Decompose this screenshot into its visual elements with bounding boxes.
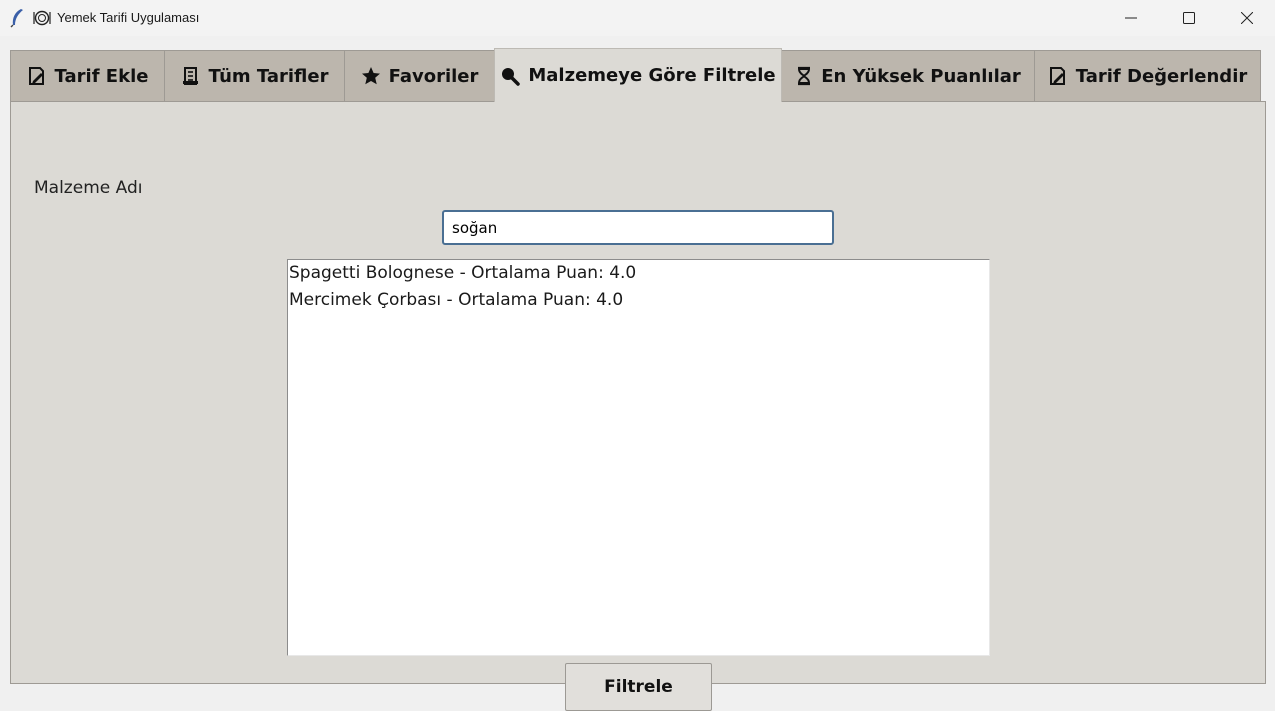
memo-pencil-icon bbox=[28, 67, 44, 85]
filter-panel: Malzeme Adı Spagetti Bolognese - Ortalam… bbox=[10, 101, 1266, 711]
scroll-icon bbox=[182, 67, 198, 85]
window-title: Yemek Tarifi Uygulaması bbox=[57, 10, 200, 25]
tab-label: Favoriler bbox=[388, 65, 479, 87]
maximize-button[interactable] bbox=[1160, 0, 1218, 36]
results-listbox[interactable]: Spagetti Bolognese - Ortalama Puan: 4.0 … bbox=[287, 259, 990, 656]
close-icon bbox=[1241, 12, 1253, 24]
tab-label: En Yüksek Puanlılar bbox=[821, 65, 1021, 87]
tab-strip: Tarif Ekle Tüm Tarifler Favoriler Malzem… bbox=[10, 48, 1266, 102]
list-item[interactable]: Spagetti Bolognese - Ortalama Puan: 4.0 bbox=[288, 260, 989, 287]
tab-en-yuksek-puanlilar[interactable]: En Yüksek Puanlılar bbox=[781, 50, 1035, 101]
minimize-button[interactable] bbox=[1102, 0, 1160, 36]
tab-label: Tarif Ekle bbox=[54, 65, 149, 87]
window-titlebar: Yemek Tarifi Uygulaması bbox=[0, 0, 1275, 36]
tab-label: Tarif Değerlendir bbox=[1075, 65, 1248, 87]
hourglass-icon bbox=[798, 66, 811, 86]
tab-label: Tüm Tarifler bbox=[208, 65, 329, 87]
ingredient-input[interactable] bbox=[442, 210, 834, 245]
tab-label: Malzemeye Göre Filtrele bbox=[528, 65, 776, 86]
plate-icon bbox=[33, 9, 51, 27]
feather-icon bbox=[8, 8, 26, 28]
magnifier-icon bbox=[502, 67, 521, 86]
maximize-icon bbox=[1183, 12, 1195, 24]
tab-notebook: Tarif Ekle Tüm Tarifler Favoriler Malzem… bbox=[10, 48, 1266, 711]
minimize-icon bbox=[1125, 17, 1137, 19]
tab-malzemeye-gore-filtrele[interactable]: Malzemeye Göre Filtrele bbox=[494, 48, 782, 102]
star-icon bbox=[361, 67, 380, 85]
tab-tum-tarifler[interactable]: Tüm Tarifler bbox=[164, 50, 345, 101]
memo-pencil-icon bbox=[1049, 67, 1065, 85]
ingredient-label: Malzeme Adı bbox=[34, 178, 143, 198]
close-button[interactable] bbox=[1218, 0, 1275, 36]
list-item[interactable]: Mercimek Çorbası - Ortalama Puan: 4.0 bbox=[288, 287, 989, 314]
filter-button[interactable]: Filtrele bbox=[565, 663, 712, 711]
tab-tarif-ekle[interactable]: Tarif Ekle bbox=[10, 50, 165, 101]
tab-favoriler[interactable]: Favoriler bbox=[344, 50, 495, 101]
tab-tarif-degerlendir[interactable]: Tarif Değerlendir bbox=[1034, 50, 1261, 101]
